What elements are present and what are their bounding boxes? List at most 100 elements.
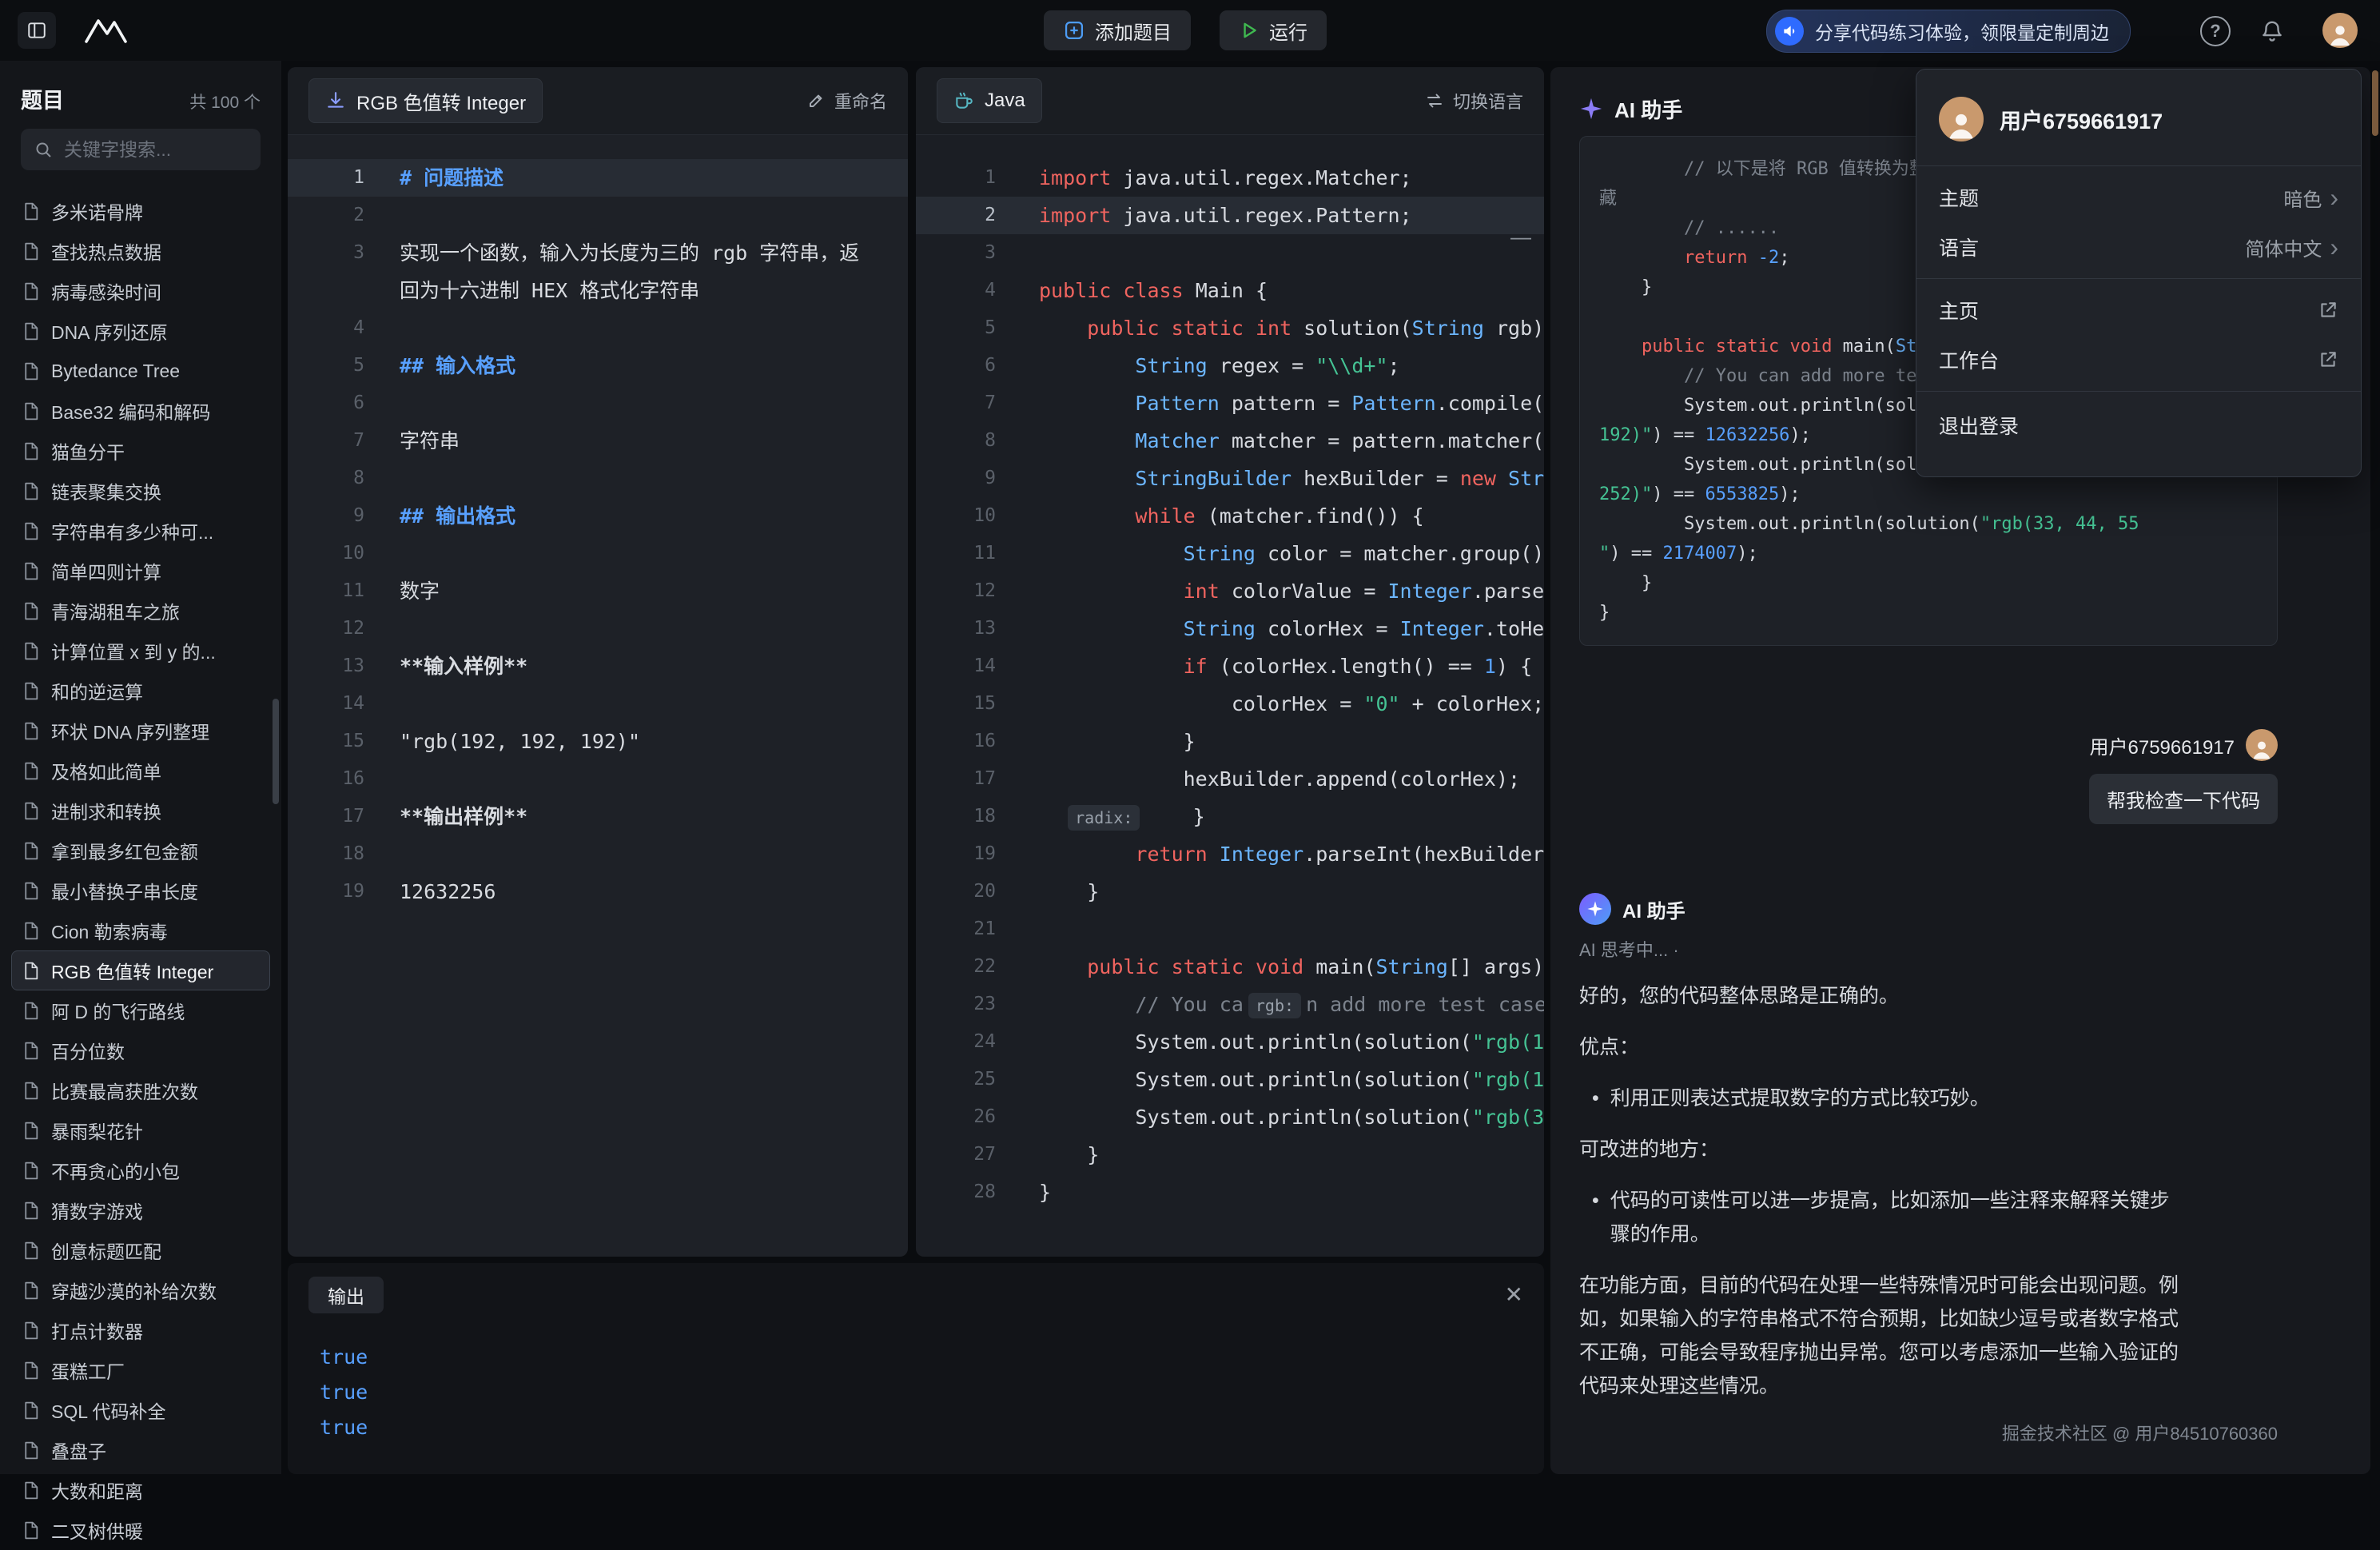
sidebar-item[interactable]: 猫鱼分干 xyxy=(11,431,270,471)
markdown-line[interactable]: 9## 输出格式 xyxy=(288,497,908,535)
sidebar-item[interactable]: 拿到最多红包金额 xyxy=(11,831,270,871)
markdown-line[interactable]: 14 xyxy=(288,685,908,723)
sidebar-item[interactable]: 蛋糕工厂 xyxy=(11,1350,270,1390)
markdown-line[interactable]: 15"rgb(192, 192, 192)" xyxy=(288,723,908,760)
sidebar-item[interactable]: 病毒感染时间 xyxy=(11,271,270,311)
sidebar-item[interactable]: 暴雨梨花针 xyxy=(11,1110,270,1150)
sidebar-item[interactable]: 百分位数 xyxy=(11,1030,270,1070)
code-line[interactable]: 5 public static int solution(String rgb)… xyxy=(916,309,1544,347)
code-line[interactable]: 17 hexBuilder.append(colorHex); xyxy=(916,760,1544,798)
code-line[interactable]: 16 } xyxy=(916,723,1544,760)
markdown-editor[interactable]: 1# 问题描述23实现一个函数，输入为长度为三的 rgb 字符串，返回为十六进制… xyxy=(288,135,908,910)
menu-item-theme[interactable]: 主题 暗色 › xyxy=(1916,173,2361,222)
menu-item-workspace[interactable]: 工作台 xyxy=(1916,335,2361,385)
language-chip[interactable]: Java xyxy=(937,78,1042,123)
sidebar-item[interactable]: Base32 编码和解码 xyxy=(11,391,270,431)
sidebar-item[interactable]: DNA 序列还原 xyxy=(11,311,270,351)
sidebar-item[interactable]: Cion 勒索病毒 xyxy=(11,910,270,950)
code-line[interactable]: 10 while (matcher.find()) { xyxy=(916,497,1544,535)
code-line[interactable]: 18 radix: } xyxy=(916,798,1544,835)
sidebar-toggle-button[interactable] xyxy=(18,12,56,49)
markdown-line[interactable]: 1912632256 xyxy=(288,873,908,910)
sidebar-item[interactable]: Bytedance Tree xyxy=(11,351,270,391)
code-line[interactable]: 9 StringBuilder hexBuilder = new StringB… xyxy=(916,460,1544,497)
sidebar-item[interactable]: 叠盘子 xyxy=(11,1430,270,1470)
switch-language-button[interactable]: 切换语言 xyxy=(1425,88,1523,114)
markdown-line[interactable]: 4 xyxy=(288,309,908,347)
sidebar-item[interactable]: 简单四则计算 xyxy=(11,551,270,591)
markdown-line[interactable]: 11数字 xyxy=(288,572,908,610)
code-line[interactable]: 1import java.util.regex.Matcher; xyxy=(916,159,1544,197)
markdown-line[interactable]: 2 xyxy=(288,197,908,234)
menu-item-language[interactable]: 语言 简体中文 › xyxy=(1916,222,2361,272)
promo-banner[interactable]: 分享代码练习体验，领限量定制周边 xyxy=(1766,10,2131,53)
markdown-line[interactable]: 18 xyxy=(288,835,908,873)
code-line[interactable]: 22 public static void main(String[] args… xyxy=(916,948,1544,986)
sidebar-item[interactable]: 计算位置 x 到 y 的... xyxy=(11,631,270,671)
notifications-button[interactable] xyxy=(2257,16,2287,46)
sidebar-item[interactable]: 和的逆运算 xyxy=(11,671,270,711)
help-button[interactable]: ? xyxy=(2200,16,2231,46)
markdown-line[interactable]: 5## 输入格式 xyxy=(288,347,908,385)
page-scrollbar[interactable] xyxy=(2372,70,2378,136)
sidebar-item[interactable]: 穿越沙漠的补给次数 xyxy=(11,1270,270,1310)
code-line[interactable]: 24 System.out.println(solution("rgb(192,… xyxy=(916,1023,1544,1061)
sidebar-item[interactable]: 阿 D 的飞行路线 xyxy=(11,990,270,1030)
sidebar-item[interactable]: 字符串有多少种可... xyxy=(11,511,270,551)
sidebar-item[interactable]: 链表聚集交换 xyxy=(11,471,270,511)
sidebar-item[interactable]: 创意标题匹配 xyxy=(11,1230,270,1270)
markdown-line[interactable]: 13**输入样例** xyxy=(288,647,908,685)
code-line[interactable]: 23 // You cargb:n add more test cases he… xyxy=(916,986,1544,1023)
user-avatar-button[interactable] xyxy=(2322,13,2358,48)
code-line[interactable]: 6 String regex = "\\d+"; xyxy=(916,347,1544,385)
add-problem-button[interactable]: 添加题目 xyxy=(1044,10,1191,50)
sidebar-item[interactable]: RGB 色值转 Integer xyxy=(11,950,270,990)
code-line[interactable]: 11 String color = matcher.group(); xyxy=(916,535,1544,572)
code-line[interactable]: 7 Pattern pattern = Pattern.compile(rege… xyxy=(916,385,1544,422)
sidebar-scrollbar[interactable] xyxy=(273,699,279,804)
code-line[interactable]: 4public class Main { xyxy=(916,272,1544,309)
markdown-line[interactable]: 7字符串 xyxy=(288,422,908,460)
code-line[interactable]: 15 colorHex = "0" + colorHex; xyxy=(916,685,1544,723)
code-line[interactable]: 25 System.out.println(solution("rgb(100,… xyxy=(916,1061,1544,1098)
sidebar-item[interactable]: 查找热点数据 xyxy=(11,231,270,271)
code-line[interactable]: 3 xyxy=(916,234,1544,272)
search-input[interactable] xyxy=(62,138,248,161)
markdown-line[interactable]: 8 xyxy=(288,460,908,497)
search-box[interactable] xyxy=(21,129,261,170)
markdown-line[interactable]: 16 xyxy=(288,760,908,798)
code-editor[interactable]: — 1import java.util.regex.Matcher;2impor… xyxy=(916,135,1544,1211)
run-button[interactable]: 运行 xyxy=(1220,10,1327,50)
problem-title-chip[interactable]: RGB 色值转 Integer xyxy=(308,78,543,123)
fold-icon[interactable]: — xyxy=(1510,226,1531,247)
code-line[interactable]: 14 if (colorHex.length() == 1) { xyxy=(916,647,1544,685)
output-tab[interactable]: 输出 xyxy=(308,1277,384,1313)
markdown-line[interactable]: 12 xyxy=(288,610,908,647)
markdown-line[interactable]: 10 xyxy=(288,535,908,572)
sidebar-item[interactable]: 猜数字游戏 xyxy=(11,1190,270,1230)
sidebar-item[interactable]: 多米诺骨牌 xyxy=(11,191,270,231)
sidebar-item[interactable]: 不再贪心的小包 xyxy=(11,1150,270,1190)
sidebar-item[interactable]: 比赛最高获胜次数 xyxy=(11,1070,270,1110)
sidebar-item[interactable]: 进制求和转换 xyxy=(11,791,270,831)
code-line[interactable]: 26 System.out.println(solution("rgb(33, … xyxy=(916,1098,1544,1136)
sidebar-item[interactable]: 二叉树供暖 xyxy=(11,1510,270,1550)
sidebar-item[interactable]: 及格如此简单 xyxy=(11,751,270,791)
sidebar-item[interactable]: 环状 DNA 序列整理 xyxy=(11,711,270,751)
markdown-line[interactable]: 6 xyxy=(288,385,908,422)
markdown-line[interactable]: 1# 问题描述 xyxy=(288,159,908,197)
sidebar-item[interactable]: SQL 代码补全 xyxy=(11,1390,270,1430)
sidebar-item[interactable]: 青海湖租车之旅 xyxy=(11,591,270,631)
code-line[interactable]: 13 String colorHex = Integer.toHexString… xyxy=(916,610,1544,647)
sidebar-item[interactable]: 最小替换子串长度 xyxy=(11,871,270,910)
code-line[interactable]: 8 Matcher matcher = pattern.matcher(rgb)… xyxy=(916,422,1544,460)
code-line[interactable]: 27 } xyxy=(916,1136,1544,1173)
menu-item-logout[interactable]: 退出登录 xyxy=(1916,398,2361,452)
code-line[interactable]: 2import java.util.regex.Pattern; xyxy=(916,197,1544,234)
menu-item-home[interactable]: 主页 xyxy=(1916,285,2361,335)
code-line[interactable]: 19 return Integer.parseInt(hexBuilder.to… xyxy=(916,835,1544,873)
code-line[interactable]: 20 } xyxy=(916,873,1544,910)
sidebar-item[interactable]: 大数和距离 xyxy=(11,1470,270,1510)
code-line[interactable]: 12 int colorValue = Integer.parseInt(col… xyxy=(916,572,1544,610)
rename-button[interactable]: 重命名 xyxy=(806,88,887,114)
